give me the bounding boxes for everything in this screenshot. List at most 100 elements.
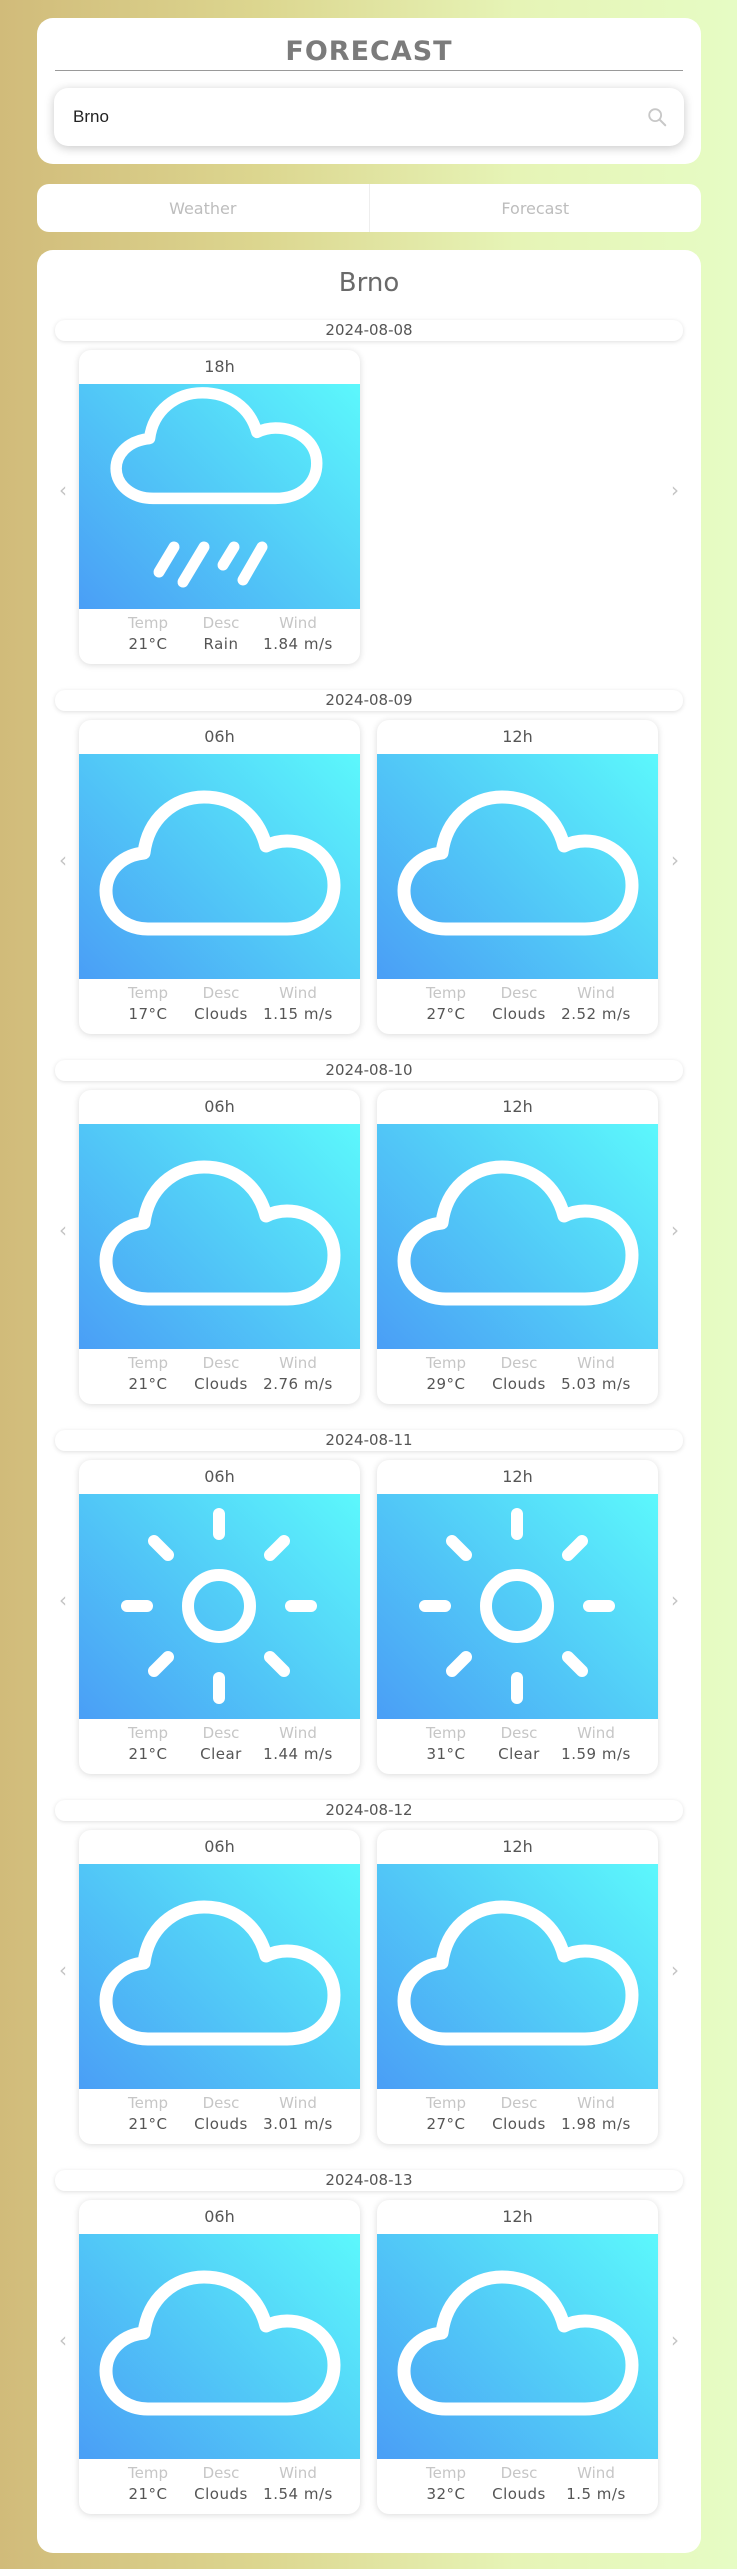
prev-arrow-icon[interactable]: ‹ bbox=[55, 2328, 71, 2352]
weather-image bbox=[377, 2234, 658, 2459]
stat-wind-value: 2.76 m/s bbox=[263, 1375, 333, 1393]
day-date: 2024-08-12 bbox=[55, 1800, 683, 1821]
stat-wind-label: Wind bbox=[279, 2464, 317, 2482]
cloud-icon bbox=[99, 1160, 341, 1306]
weather-image bbox=[79, 1124, 360, 1349]
stat-temp-label: Temp bbox=[128, 984, 168, 1002]
search-box[interactable] bbox=[54, 88, 684, 146]
stat-temp-value: 21°C bbox=[128, 1375, 168, 1393]
forecast-day: 2024-08-09 ‹ › 06h Temp 17°C Desc Clouds Wind 1.1… bbox=[55, 690, 683, 1040]
stat-temp-value: 32°C bbox=[426, 2485, 466, 2503]
forecast-card[interactable]: 06h Temp 21°C Desc Clouds Wind 3.01 m/s bbox=[79, 1830, 360, 2144]
prev-arrow-icon[interactable]: ‹ bbox=[55, 478, 71, 502]
stat-temp-value: 17°C bbox=[128, 1005, 168, 1023]
stat-wind-value: 1.84 m/s bbox=[263, 635, 333, 653]
day-date: 2024-08-08 bbox=[55, 320, 683, 341]
stat-temp-value: 21°C bbox=[128, 635, 168, 653]
card-hour: 12h bbox=[502, 1837, 533, 1856]
rain-cloud-icon bbox=[110, 387, 323, 588]
next-arrow-icon[interactable]: › bbox=[667, 478, 683, 502]
forecast-card[interactable]: 12h Temp 31°C Desc Clear Wind 1.59 m/s bbox=[377, 1460, 658, 1774]
forecast-card[interactable]: 06h Temp 21°C Desc Clouds Wind 1.54 m/s bbox=[79, 2200, 360, 2514]
forecast-panel: Brno 2024-08-08 ‹ › 18h Temp 21°C Desc Rain Wind… bbox=[37, 250, 701, 2553]
header-panel: FORECAST bbox=[37, 18, 701, 164]
stat-temp: Temp 32°C bbox=[409, 2463, 483, 2505]
next-arrow-icon[interactable]: › bbox=[667, 1218, 683, 1242]
stat-wind-label: Wind bbox=[577, 2464, 615, 2482]
card-stats: Temp 27°C Desc Clouds Wind 1.98 m/s bbox=[377, 2093, 658, 2141]
card-stats: Temp 21°C Desc Rain Wind 1.84 m/s bbox=[79, 613, 360, 661]
stat-temp: Temp 21°C bbox=[111, 1353, 185, 1395]
stat-wind: Wind 1.98 m/s bbox=[545, 2093, 647, 2135]
forecast-card[interactable]: 12h Temp 27°C Desc Clouds Wind 1.98 m/s bbox=[377, 1830, 658, 2144]
stat-temp: Temp 31°C bbox=[409, 1723, 483, 1765]
stat-temp: Temp 27°C bbox=[409, 983, 483, 1025]
weather-image bbox=[79, 2234, 360, 2459]
tab-forecast[interactable]: Forecast bbox=[368, 184, 702, 232]
next-arrow-icon[interactable]: › bbox=[667, 1958, 683, 1982]
forecast-day: 2024-08-13 ‹ › 06h Temp 21°C Desc Clouds Wind 1.5… bbox=[55, 2170, 683, 2520]
card-stats: Temp 27°C Desc Clouds Wind 2.52 m/s bbox=[377, 983, 658, 1031]
card-stats: Temp 31°C Desc Clear Wind 1.59 m/s bbox=[377, 1723, 658, 1771]
card-hour: 06h bbox=[204, 1837, 235, 1856]
weather-image bbox=[79, 384, 360, 609]
stat-wind-label: Wind bbox=[279, 614, 317, 632]
stat-temp-value: 27°C bbox=[426, 2115, 466, 2133]
card-hour: 06h bbox=[204, 2207, 235, 2226]
card-hour: 12h bbox=[502, 1467, 533, 1486]
prev-arrow-icon[interactable]: ‹ bbox=[55, 1218, 71, 1242]
stat-temp-label: Temp bbox=[128, 1724, 168, 1742]
stat-temp-label: Temp bbox=[426, 984, 466, 1002]
stat-wind-value: 3.01 m/s bbox=[263, 2115, 333, 2133]
stat-temp-label: Temp bbox=[426, 1354, 466, 1372]
stat-temp: Temp 21°C bbox=[111, 2463, 185, 2505]
forecast-card[interactable]: 12h Temp 32°C Desc Clouds Wind 1.5 m/s bbox=[377, 2200, 658, 2514]
prev-arrow-icon[interactable]: ‹ bbox=[55, 1588, 71, 1612]
stat-wind-label: Wind bbox=[577, 1354, 615, 1372]
tab-weather[interactable]: Weather bbox=[37, 184, 369, 232]
weather-image bbox=[377, 1864, 658, 2089]
stat-wind-label: Wind bbox=[577, 984, 615, 1002]
forecast-day: 2024-08-10 ‹ › 06h Temp 21°C Desc Clouds Wind 2.7… bbox=[55, 1060, 683, 1410]
forecast-card[interactable]: 06h Temp 21°C Desc Clear Wind 1.44 m/s bbox=[79, 1460, 360, 1774]
weather-image bbox=[377, 1494, 658, 1719]
stat-wind-label: Wind bbox=[577, 1724, 615, 1742]
cloud-icon bbox=[397, 1160, 639, 1306]
prev-arrow-icon[interactable]: ‹ bbox=[55, 1958, 71, 1982]
forecast-day: 2024-08-11 ‹ › 06h Temp 21°C Desc Clear Wind 1.44… bbox=[55, 1430, 683, 1780]
next-arrow-icon[interactable]: › bbox=[667, 1588, 683, 1612]
forecast-card[interactable]: 12h Temp 29°C Desc Clouds Wind 5.03 m/s bbox=[377, 1090, 658, 1404]
prev-arrow-icon[interactable]: ‹ bbox=[55, 848, 71, 872]
stat-wind-value: 2.52 m/s bbox=[561, 1005, 631, 1023]
forecast-card[interactable]: 18h Temp 21°C Desc Rain Wind 1.84 m/s bbox=[79, 350, 360, 664]
forecast-card[interactable]: 06h Temp 17°C Desc Clouds Wind 1.15 m/s bbox=[79, 720, 360, 1034]
next-arrow-icon[interactable]: › bbox=[667, 2328, 683, 2352]
tab-bar: Weather Forecast bbox=[37, 184, 701, 232]
forecast-card[interactable]: 06h Temp 21°C Desc Clouds Wind 2.76 m/s bbox=[79, 1090, 360, 1404]
card-hour: 12h bbox=[502, 2207, 533, 2226]
stat-temp-label: Temp bbox=[128, 2094, 168, 2112]
cloud-icon bbox=[397, 1900, 639, 2046]
stat-temp-label: Temp bbox=[426, 2464, 466, 2482]
stat-wind: Wind 2.52 m/s bbox=[545, 983, 647, 1025]
stat-temp: Temp 27°C bbox=[409, 2093, 483, 2135]
title-divider bbox=[55, 70, 683, 71]
stat-wind-value: 1.98 m/s bbox=[561, 2115, 631, 2133]
card-hour: 12h bbox=[502, 727, 533, 746]
stat-temp-value: 29°C bbox=[426, 1375, 466, 1393]
stat-wind-value: 1.15 m/s bbox=[263, 1005, 333, 1023]
stat-temp-value: 27°C bbox=[426, 1005, 466, 1023]
search-input[interactable] bbox=[73, 88, 634, 146]
city-name: Brno bbox=[338, 268, 400, 298]
forecast-card[interactable]: 12h Temp 27°C Desc Clouds Wind 2.52 m/s bbox=[377, 720, 658, 1034]
stat-wind: Wind 1.59 m/s bbox=[545, 1723, 647, 1765]
day-date: 2024-08-09 bbox=[55, 690, 683, 711]
search-icon[interactable] bbox=[646, 106, 668, 128]
card-stats: Temp 21°C Desc Clouds Wind 1.54 m/s bbox=[79, 2463, 360, 2511]
stat-wind: Wind 1.84 m/s bbox=[247, 613, 349, 655]
stat-wind: Wind 2.76 m/s bbox=[247, 1353, 349, 1395]
card-hour: 06h bbox=[204, 727, 235, 746]
stat-wind-value: 5.03 m/s bbox=[561, 1375, 631, 1393]
next-arrow-icon[interactable]: › bbox=[667, 848, 683, 872]
stat-wind: Wind 1.15 m/s bbox=[247, 983, 349, 1025]
